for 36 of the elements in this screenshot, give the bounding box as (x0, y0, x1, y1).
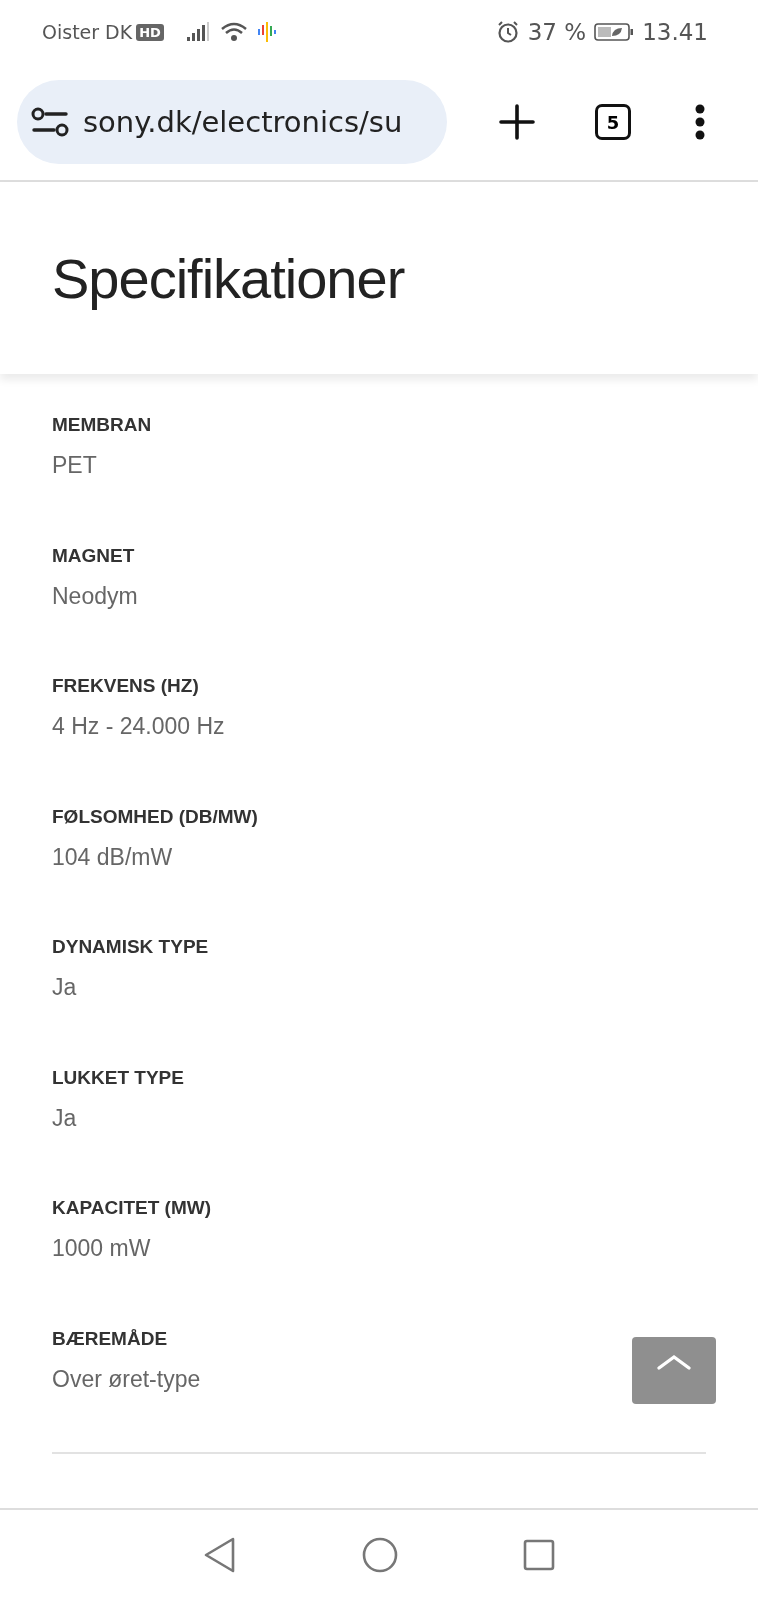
spec-label: FREKVENS (HZ) (52, 675, 200, 697)
network-badge: HD (136, 23, 164, 41)
spec-label: KAPACITET (MW) (52, 1197, 212, 1219)
spec-label: MEMBRAN (52, 414, 153, 436)
page-title: Specifikationer (52, 245, 405, 311)
spec-label: LUKKET TYPE (52, 1066, 185, 1089)
assistant-icon (255, 21, 278, 43)
spec-value: Ja (52, 1104, 78, 1132)
wifi-icon (219, 21, 248, 43)
battery-icon (594, 22, 635, 42)
spec-label: MAGNET (52, 544, 136, 567)
spec-value: Over øret-type (52, 1365, 202, 1393)
alarm-icon (495, 20, 520, 44)
back-icon[interactable] (203, 1537, 237, 1573)
new-tab-icon[interactable] (499, 104, 535, 140)
spec-value: Neodym (52, 582, 139, 610)
spec-label: FØLSOMHED (DB/MW) (52, 805, 259, 828)
battery-percentage: 37 % (527, 19, 587, 45)
menu-icon[interactable] (695, 104, 705, 140)
home-icon[interactable] (362, 1537, 398, 1573)
spec-value: 1000 mW (52, 1235, 152, 1262)
spec-value: 104 dB/mW (52, 843, 174, 871)
spec-label: BÆREMÅDE (52, 1327, 169, 1350)
spec-label: DYNAMISK TYPE (52, 936, 210, 958)
address-bar[interactable]: sony.dk/electronics/su (17, 80, 447, 164)
recent-apps-icon[interactable] (523, 1539, 555, 1571)
spec-value: Ja (52, 974, 78, 1001)
carrier-name: Oister DK (42, 21, 133, 43)
tab-switcher-button[interactable]: 5 (595, 104, 631, 140)
clock-time: 13.41 (642, 19, 708, 45)
site-settings-icon[interactable] (31, 107, 69, 137)
back-to-top-button[interactable] (632, 1337, 716, 1404)
spec-value: PET (52, 452, 98, 479)
chevron-up-icon (656, 1353, 692, 1371)
signal-icon (185, 22, 210, 42)
spec-value: 4 Hz - 24.000 Hz (52, 713, 226, 740)
